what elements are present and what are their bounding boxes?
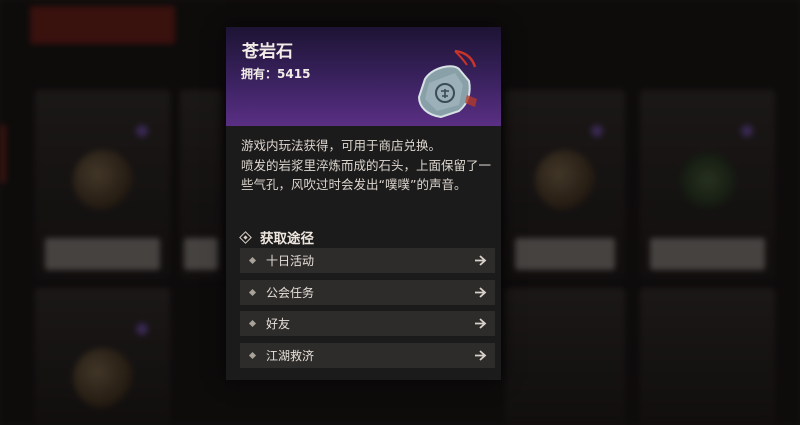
description-line: 游戏内玩法获得，可用于商店兑换。 — [241, 138, 442, 153]
description-line: 喷发的岩浆里淬炼而成的石头，上面保留了一些气孔，风吹过时会发出“噗噗”的声音。 — [241, 157, 492, 193]
source-label: 十日活动 — [266, 254, 315, 268]
source-heading-label: 获取途径 — [260, 231, 314, 247]
source-label: 公会任务 — [266, 285, 315, 300]
arrow-right-icon[interactable] — [474, 286, 487, 299]
source-row-friends[interactable]: 好友 — [240, 311, 495, 336]
arrow-right-icon[interactable] — [474, 254, 487, 267]
item-description: 游戏内玩法获得，可用于商店兑换。 喷发的岩浆里淬炼而成的石头，上面保留了一些气孔… — [241, 136, 491, 195]
item-detail-popup: 苍岩石 拥有：5415 游戏内玩法获得，可用于商店兑换。 喷发的岩浆里淬炼而成的… — [226, 27, 501, 380]
source-row-ten-day-event[interactable]: 十日活动 — [240, 248, 495, 273]
arrow-right-icon[interactable] — [474, 317, 487, 330]
bullet-icon — [248, 319, 257, 328]
source-label: 好友 — [266, 317, 291, 331]
owned-label: 拥有： — [241, 67, 278, 81]
source-row-guild-quest[interactable]: 公会任务 — [240, 279, 495, 305]
owned-count: 拥有：5415 — [241, 65, 310, 82]
item-name: 苍岩石 — [242, 42, 293, 62]
bullet-icon — [248, 288, 257, 296]
bullet-icon — [248, 351, 257, 359]
source-list: 十日活动 公会任务 好友 江湖救济 — [240, 248, 495, 374]
rock-tag-icon — [417, 49, 477, 119]
arrow-right-icon[interactable] — [474, 349, 487, 362]
source-heading: 获取途径 — [239, 227, 314, 247]
source-label: 江湖救济 — [266, 348, 315, 363]
bullet-icon — [248, 256, 257, 265]
diamond-icon — [239, 230, 252, 244]
owned-value: 5415 — [277, 67, 311, 81]
item-header: 苍岩石 拥有：5415 — [226, 27, 501, 126]
source-row-jianghu-relief[interactable]: 江湖救济 — [240, 342, 495, 368]
